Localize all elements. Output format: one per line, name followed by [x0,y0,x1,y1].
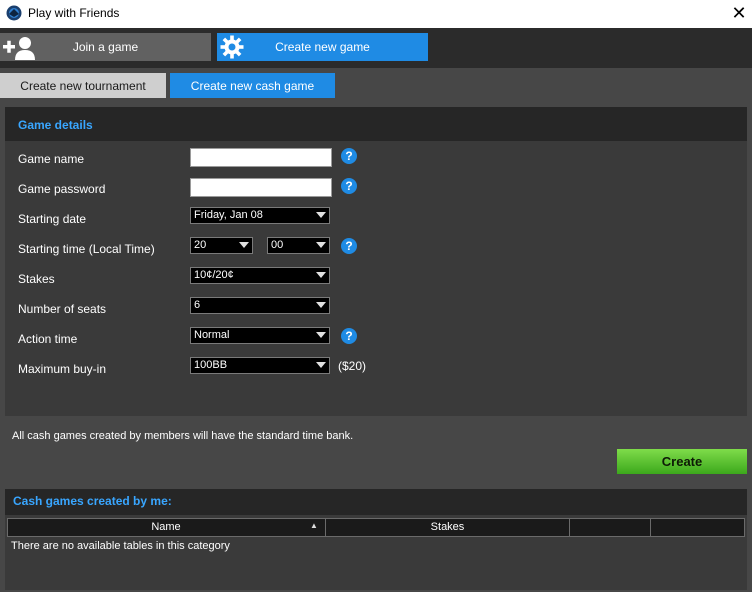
create-new-game-label: Create new game [275,40,370,54]
stakes-value: 10¢/20¢ [194,269,234,281]
chevron-down-icon [316,272,326,278]
column-divider[interactable] [569,518,570,537]
stakes-label: Stakes [18,272,55,286]
starting-hour-select[interactable]: 20 [190,237,253,254]
game-details-panel [5,107,747,416]
starting-date-label: Starting date [18,212,87,226]
game-name-input[interactable] [190,148,332,167]
game-password-help-icon[interactable]: ? [341,178,357,194]
starting-time-label: Starting time (Local Time) [18,242,155,256]
game-details-header [5,107,747,141]
chevron-down-icon [316,302,326,308]
game-name-help-icon[interactable]: ? [341,148,357,164]
action-time-value: Normal [194,329,230,341]
max-buyin-amount: ($20) [338,359,367,373]
starting-date-value: Friday, Jan 08 [194,209,263,221]
game-password-input[interactable] [190,178,332,197]
app-logo-icon [6,5,22,21]
chevron-down-icon [239,242,249,248]
time-bank-note: All cash games created by members will h… [12,430,354,442]
my-cash-games-title: Cash games created by me: [13,494,172,508]
max-buyin-label: Maximum buy-in [18,362,107,376]
max-buyin-select[interactable]: 100BB [190,357,330,374]
sort-up-icon: ▲ [310,521,318,530]
action-time-label: Action time [18,332,78,346]
action-time-select[interactable]: Normal [190,327,330,344]
starting-minute-value: 00 [271,239,284,251]
create-new-game-button[interactable]: Create new game [217,33,428,61]
window-title: Play with Friends [28,6,120,20]
seats-select[interactable]: 6 [190,297,330,314]
chevron-down-icon [316,242,326,248]
game-details-title: Game details [18,118,93,132]
game-password-label: Game password [18,182,106,196]
tab-create-tournament[interactable]: Create new tournament [0,73,166,98]
join-game-button[interactable]: Join a game [0,33,211,61]
starting-minute-select[interactable]: 00 [267,237,330,254]
column-header-stakes[interactable]: Stakes [326,518,569,537]
empty-list-message: There are no available tables in this ca… [11,540,230,552]
column-header-name[interactable]: Name [7,518,325,537]
chevron-down-icon [316,362,326,368]
join-game-label: Join a game [72,40,139,54]
seats-value: 6 [194,299,201,311]
stakes-select[interactable]: 10¢/20¢ [190,267,330,284]
game-name-label: Game name [18,152,85,166]
chevron-down-icon [316,332,326,338]
starting-date-select[interactable]: Friday, Jan 08 [190,207,330,224]
close-button[interactable]: ✕ [728,2,750,24]
create-button[interactable]: Create [617,449,747,474]
starting-time-help-icon[interactable]: ? [341,238,357,254]
starting-hour-value: 20 [194,239,207,251]
chevron-down-icon [316,212,326,218]
tab-create-cash-game[interactable]: Create new cash game [170,73,335,98]
action-time-help-icon[interactable]: ? [341,328,357,344]
column-divider[interactable] [650,518,651,537]
seats-label: Number of seats [18,302,107,316]
max-buyin-value: 100BB [194,359,228,371]
